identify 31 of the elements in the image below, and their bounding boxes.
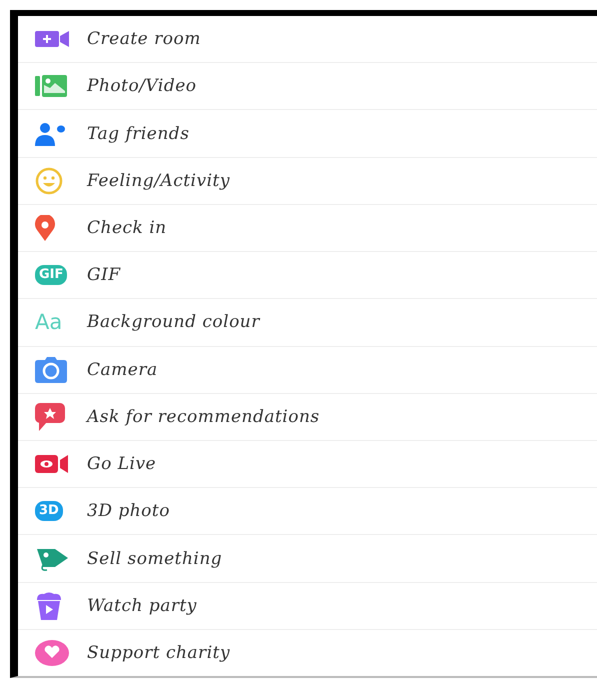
badge-icon: 3D [35,501,63,522]
menu-item-label: Ask for recommendations [87,406,320,427]
menu-item[interactable]: Feeling/Activity [18,158,597,205]
menu-item[interactable]: 3D 3D photo [18,488,597,536]
menu-item[interactable]: Aa Background colour [18,299,597,347]
menu-item-label: Camera [87,360,158,380]
menu-item[interactable]: Tag friends [18,110,597,158]
menu-item[interactable]: Camera [18,346,597,394]
menu-item[interactable]: Create room [18,16,597,64]
menu-item-label: 3D photo [87,501,170,522]
menu-item-label: Go Live [87,454,156,474]
text-icon: Aa [35,310,62,334]
menu-item-label: Tag friends [87,124,190,144]
menu-item-label: Check in [87,218,167,238]
menu-item[interactable]: Watch party [18,582,597,630]
menu-item-label: Background colour [87,312,260,332]
menu-item-label: Watch party [87,596,197,616]
menu-item[interactable]: GIF GIF [18,252,597,300]
menu-item-label: GIF [87,265,121,286]
menu-item-label: Feeling/Activity [87,170,230,191]
menu-item-label: Sell something [87,548,222,569]
menu-item[interactable]: Check in [18,204,597,252]
menu-item[interactable]: Ask for recommendations [18,394,597,441]
menu-item[interactable]: Support charity [18,630,597,676]
menu-item[interactable]: Sell something [18,535,597,583]
menu-item-label: Create room [87,29,201,50]
menu-item-label: Photo/Video [87,76,197,96]
menu-item[interactable]: Go Live [18,440,597,488]
menu-item[interactable]: Photo/Video [18,63,597,110]
badge-icon: GIF [35,265,68,286]
menu-item-label: Support charity [87,642,230,663]
